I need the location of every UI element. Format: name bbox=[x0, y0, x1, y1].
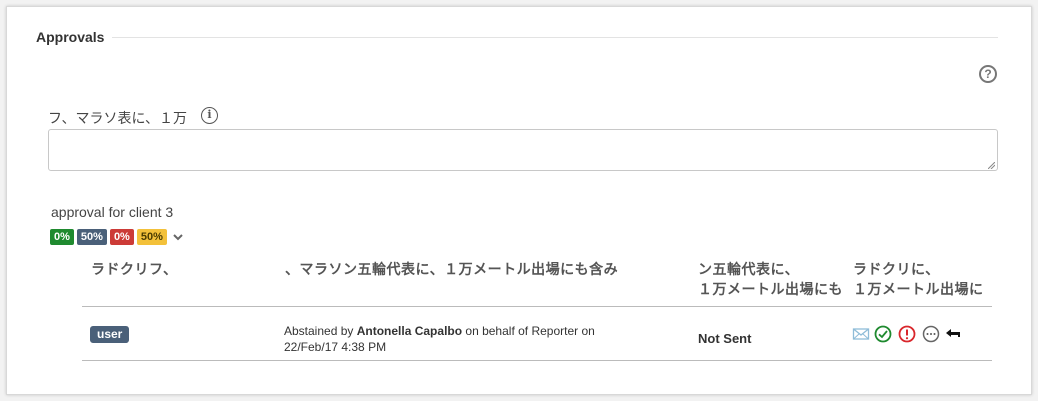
approval-progress-badges: 0% 50% 0% 50% bbox=[50, 229, 184, 245]
chevron-down-icon[interactable] bbox=[172, 231, 184, 243]
comment-textarea[interactable] bbox=[48, 129, 998, 171]
envelope-icon[interactable] bbox=[852, 325, 870, 343]
comment-field-label: フ、マラソ表に、１万 bbox=[48, 110, 188, 126]
row-actions bbox=[852, 325, 962, 343]
column-header-actions-line2: １万メートル出場に bbox=[853, 281, 984, 297]
column-header-actions-line1: ラドクリに、 bbox=[853, 261, 940, 277]
info-circle-icon[interactable]: i bbox=[201, 107, 218, 124]
abstained-percent-badge: 50% bbox=[76, 229, 107, 245]
approvals-section-header: Approvals bbox=[36, 28, 998, 48]
section-divider bbox=[36, 37, 998, 38]
resize-grip-icon[interactable] bbox=[988, 162, 995, 169]
notification-state: Not Sent bbox=[698, 331, 752, 346]
pending-percent-badge: 50% bbox=[136, 229, 167, 245]
rejected-percent-badge: 0% bbox=[109, 229, 134, 245]
reply-arrow-icon[interactable] bbox=[944, 325, 962, 343]
role-label: user bbox=[90, 326, 130, 343]
column-header-actions: ラドクリに、 １万メートル出場に bbox=[853, 259, 984, 299]
column-header-notification-line2: １万メートル出場にも bbox=[698, 281, 843, 297]
section-title: Approvals bbox=[36, 28, 113, 46]
column-header-notification-line1: ン五輪代表に、 bbox=[698, 261, 800, 277]
approval-status-text: Abstained by Antonella Capalbo on behalf… bbox=[284, 323, 644, 355]
column-header-role: ラドクリフ、 bbox=[91, 261, 178, 277]
status-prefix: Abstained by bbox=[284, 324, 357, 338]
column-header-notification: ン五輪代表に、 １万メートル出場にも bbox=[698, 259, 843, 299]
approved-percent-badge: 0% bbox=[50, 229, 74, 245]
approval-name: approval for client 3 bbox=[51, 204, 174, 220]
table-bottom-divider bbox=[82, 360, 992, 361]
exclamation-circle-icon[interactable] bbox=[898, 325, 916, 343]
check-circle-icon[interactable] bbox=[874, 325, 892, 343]
approver-name: Antonella Capalbo bbox=[356, 324, 463, 338]
ellipsis-circle-icon[interactable] bbox=[922, 325, 940, 343]
table-header-divider bbox=[82, 306, 992, 307]
column-header-status: 、マラソン五輪代表に、１万メートル出場にも含み bbox=[285, 261, 619, 277]
question-circle-icon[interactable]: ? bbox=[979, 65, 997, 83]
